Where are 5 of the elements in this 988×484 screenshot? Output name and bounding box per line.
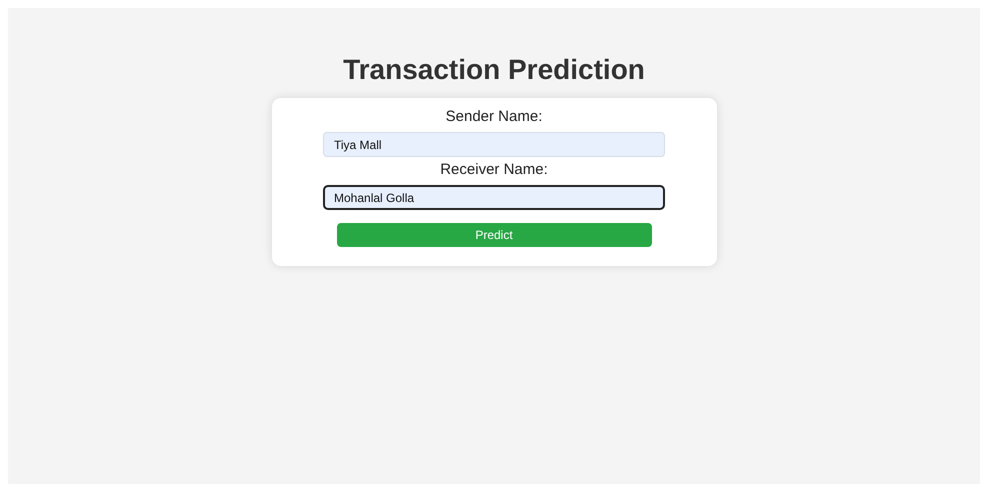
page-title: Transaction Prediction xyxy=(343,53,645,87)
name-field[interactable]: Mohanlal Golla xyxy=(323,185,665,210)
field-label: Sender Name: xyxy=(446,108,542,126)
name-field[interactable]: Tiya Mall xyxy=(323,132,665,157)
field-label: Receiver Name: xyxy=(440,161,548,179)
